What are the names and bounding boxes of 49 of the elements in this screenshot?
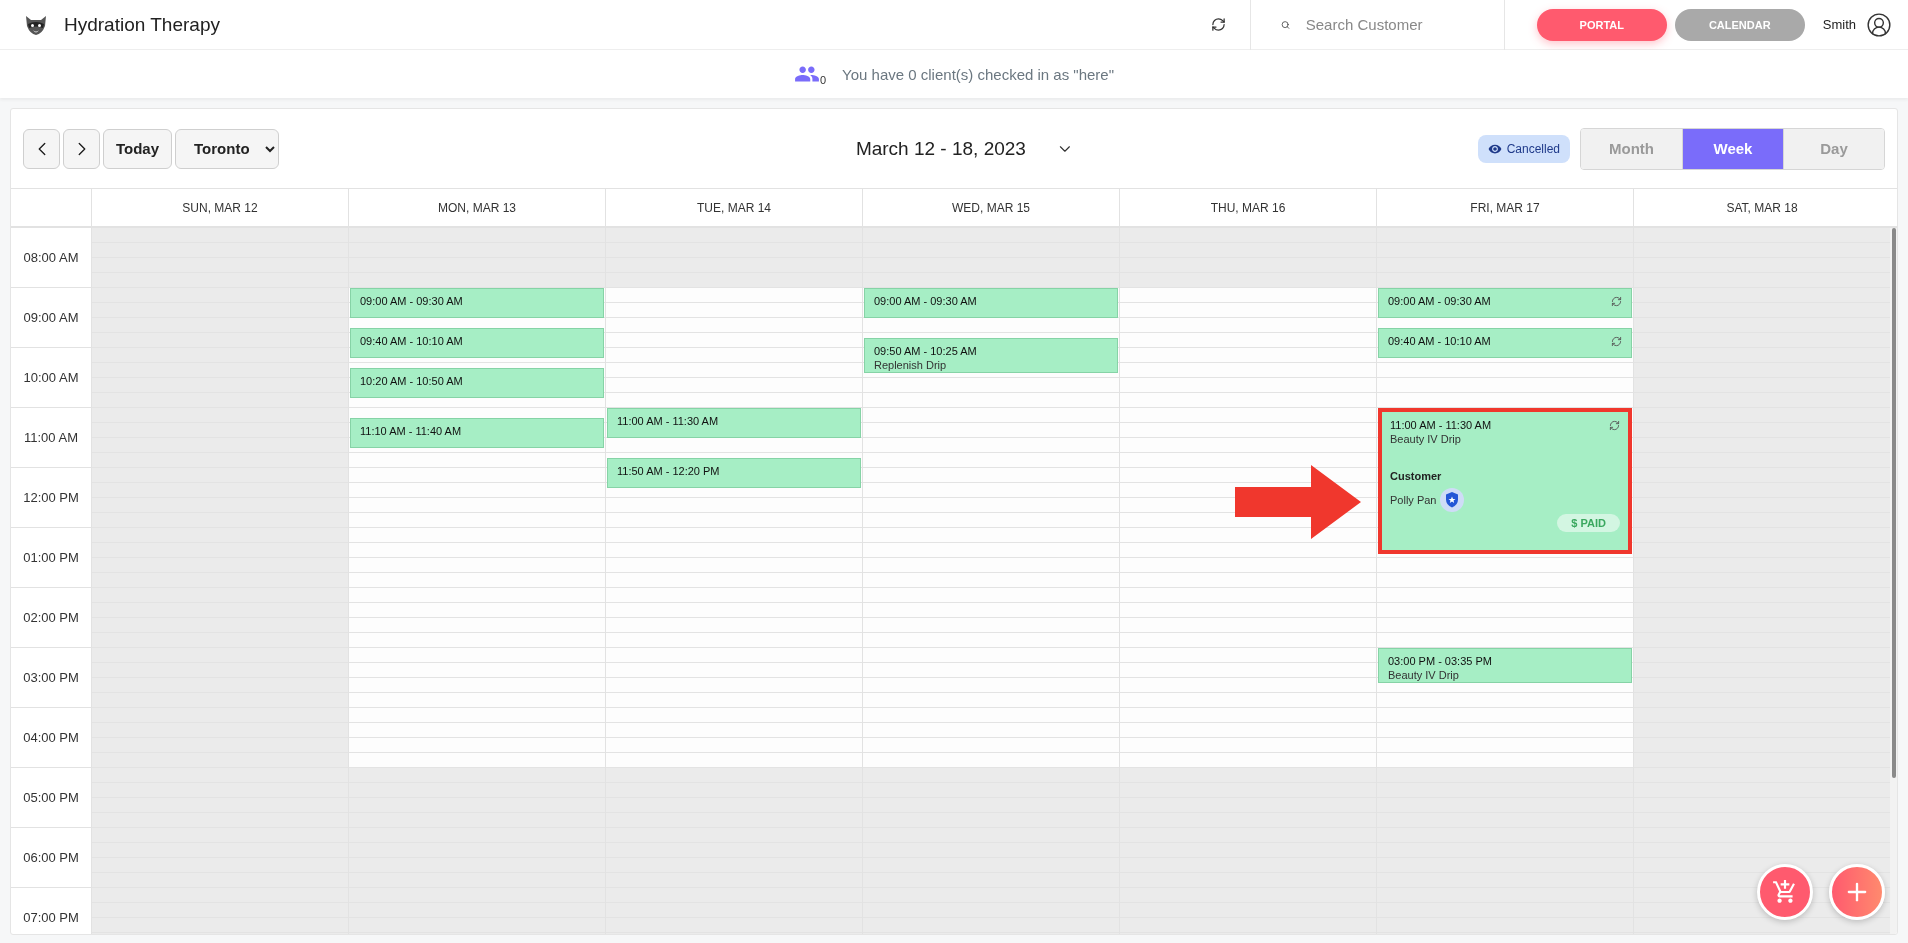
next-button[interactable] bbox=[63, 128, 100, 169]
appointment-time: 11:00 AM - 11:30 AM bbox=[617, 414, 719, 428]
customer-name: Polly Pan bbox=[1390, 494, 1437, 506]
appointment[interactable]: 11:00 AM - 11:30 AM bbox=[607, 408, 861, 438]
appointment[interactable]: 09:40 AM - 10:10 AM bbox=[1378, 328, 1632, 358]
raccoon-icon bbox=[24, 13, 48, 36]
appointment-service: Replenish Drip bbox=[874, 358, 948, 372]
appointment-service: Beauty IV Drip bbox=[1388, 668, 1460, 682]
user-avatar-icon[interactable] bbox=[1866, 11, 1892, 38]
checkin-message: You have 0 client(s) checked in as "here" bbox=[842, 65, 1114, 83]
app-title: Hydration Therapy bbox=[64, 13, 220, 36]
customer-label: Customer bbox=[1390, 470, 1443, 482]
appointment[interactable]: 09:00 AM - 09:30 AM bbox=[350, 288, 604, 318]
payment-status: $ PAID bbox=[1557, 514, 1620, 532]
appointment[interactable]: 09:40 AM - 10:10 AM bbox=[350, 328, 604, 358]
appointment[interactable]: 09:00 AM - 09:30 AM bbox=[1378, 288, 1632, 318]
appointment[interactable]: 11:00 AM - 11:30 AM Beauty IV Drip Customer Polly Pan $ PAID bbox=[1378, 408, 1632, 554]
appointment-time: 09:00 AM - 09:30 AM bbox=[874, 294, 977, 308]
timezone-select[interactable]: Toronto bbox=[175, 128, 280, 169]
appointment[interactable]: 09:50 AM - 10:25 AM Replenish Drip bbox=[864, 338, 1118, 373]
view-tab[interactable]: Week bbox=[1682, 128, 1783, 169]
previous-button[interactable] bbox=[23, 128, 60, 169]
appointment[interactable]: 11:10 AM - 11:40 AM bbox=[350, 418, 604, 448]
appointment-service: Beauty IV Drip bbox=[1390, 432, 1462, 446]
appointment[interactable]: 11:50 AM - 12:20 PM bbox=[607, 458, 861, 488]
cart-plus-icon bbox=[1772, 879, 1798, 905]
appointment-time: 09:40 AM - 10:10 AM bbox=[360, 334, 463, 348]
date-range: March 12 - 18, 2023 bbox=[855, 137, 1026, 160]
checkin-count: 0 bbox=[819, 74, 827, 86]
refresh-icon[interactable] bbox=[1209, 15, 1228, 34]
user-name: Smith bbox=[1822, 17, 1856, 32]
today-button[interactable]: Today bbox=[103, 128, 173, 169]
appointment-time: 09:40 AM - 10:10 AM bbox=[1388, 334, 1491, 348]
scrollbar-thumb[interactable] bbox=[1892, 228, 1896, 778]
cancelled-filter[interactable]: Cancelled bbox=[1477, 134, 1570, 163]
appointment-time: 03:00 PM - 03:35 PM bbox=[1388, 654, 1492, 668]
appointment[interactable]: 03:00 PM - 03:35 PM Beauty IV Drip bbox=[1378, 648, 1632, 683]
appointment-time: 09:00 AM - 09:30 AM bbox=[1388, 294, 1491, 308]
appointment[interactable]: 09:00 AM - 09:30 AM bbox=[864, 288, 1118, 318]
appointment-time: 11:00 AM - 11:30 AM bbox=[1390, 418, 1492, 432]
search-field[interactable]: Search Customer bbox=[1250, 0, 1504, 50]
scrollbar[interactable] bbox=[1890, 228, 1897, 934]
appointment-time: 09:50 AM - 10:25 AM bbox=[874, 344, 977, 358]
appointment-time: 10:20 AM - 10:50 AM bbox=[360, 374, 463, 388]
appointment-time: 09:00 AM - 09:30 AM bbox=[360, 294, 463, 308]
appointment-time: 11:50 AM - 12:20 PM bbox=[617, 464, 720, 478]
search-input[interactable]: Search Customer bbox=[1303, 15, 1484, 34]
appointment-time: 11:10 AM - 11:40 AM bbox=[360, 424, 462, 438]
appointment[interactable]: 10:20 AM - 10:50 AM bbox=[350, 368, 604, 398]
